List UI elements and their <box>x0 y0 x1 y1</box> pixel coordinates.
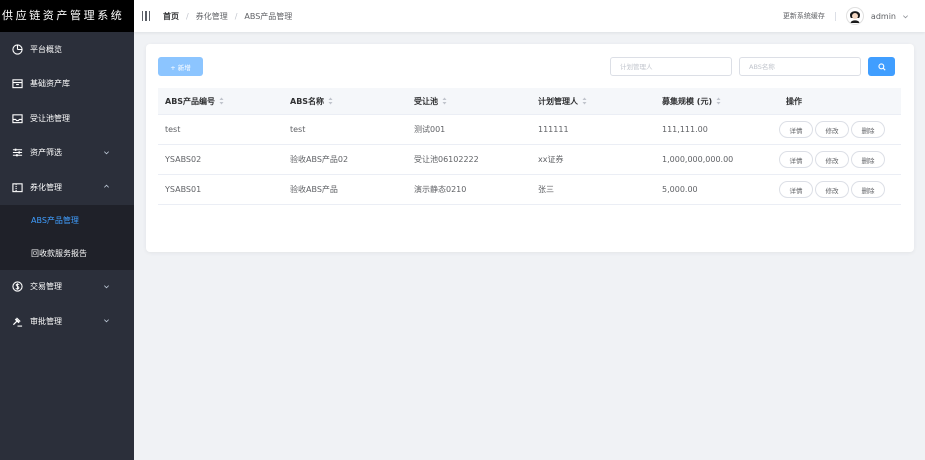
breadcrumb-separator: / <box>186 11 189 21</box>
search-icon <box>877 62 886 71</box>
sidebar-item-base-assets[interactable]: 基础资产库 <box>0 67 134 102</box>
delete-button[interactable]: 删除 <box>851 181 885 198</box>
sidebar-subitem-collection-report[interactable]: 回收款服务报告 <box>0 237 134 270</box>
sidebar-item-label: 受让池管理 <box>30 113 70 123</box>
cell-abs-id: test <box>165 125 181 134</box>
hamburger-menu-icon[interactable] <box>142 11 150 21</box>
dashboard-icon <box>12 44 23 55</box>
breadcrumb-current: ABS产品管理 <box>244 11 293 21</box>
plan-manager-input[interactable] <box>610 57 732 76</box>
sort-icon[interactable] <box>442 97 447 105</box>
sidebar-item-securitization[interactable]: 券化管理 <box>0 170 134 205</box>
table-row: YSABS01 验收ABS产品 演示静态0210 张三 5,000.00 详情 … <box>158 175 901 205</box>
sort-icon[interactable] <box>582 97 587 105</box>
cell-abs-id: YSABS01 <box>165 185 202 194</box>
sidebar-item-label: 基础资产库 <box>30 79 70 89</box>
delete-button[interactable]: 删除 <box>851 151 885 168</box>
sidebar-item-trade[interactable]: 交易管理 <box>0 270 134 305</box>
chevron-down-icon[interactable] <box>902 13 909 20</box>
divider <box>834 11 836 21</box>
table-row: test test 测试001 111111 111,111.00 详情 修改 … <box>158 115 901 145</box>
sort-icon[interactable] <box>716 97 721 105</box>
chevron-down-icon <box>103 317 110 324</box>
chevron-up-icon <box>103 183 110 190</box>
top-navbar: 首页 / 券化管理 / ABS产品管理 更新系统缓存 admin <box>134 0 925 32</box>
sort-icon[interactable] <box>219 97 224 105</box>
refresh-cache-link[interactable]: 更新系统缓存 <box>783 11 825 21</box>
cell-raise-amount: 5,000.00 <box>662 185 698 194</box>
cell-raise-amount: 1,000,000,000.00 <box>662 155 734 164</box>
detail-button[interactable]: 详情 <box>779 121 813 138</box>
sidebar-item-label: 审批管理 <box>30 316 62 326</box>
chevron-down-icon <box>103 283 110 290</box>
table-row: YSABS02 验收ABS产品02 受让池06102222 xx证券 1,000… <box>158 145 901 175</box>
sidebar-item-label: 券化管理 <box>30 182 62 192</box>
table-header: ABS产品编号 ABS名称 受让池 计划管理人 募集规模 (元) 操作 <box>158 88 901 115</box>
inbox-icon <box>12 113 23 124</box>
cell-abs-name: test <box>290 125 306 134</box>
search-button[interactable] <box>868 57 895 76</box>
edit-button[interactable]: 修改 <box>815 121 849 138</box>
breadcrumb-home[interactable]: 首页 <box>163 11 179 22</box>
sidebar-subitem-abs-products[interactable]: ABS产品管理 <box>0 205 134 238</box>
sidebar-item-label: 交易管理 <box>30 282 62 292</box>
column-header-raise-amount[interactable]: 募集规模 (元) <box>655 96 779 107</box>
sidebar-item-asset-filter[interactable]: 资产筛选 <box>0 136 134 171</box>
app-title: 供应链资产管理系统 <box>0 0 134 32</box>
submenu-securitization: ABS产品管理 回收款服务报告 <box>0 204 134 270</box>
user-name[interactable]: admin <box>871 12 896 21</box>
delete-button[interactable]: 删除 <box>851 121 885 138</box>
gavel-icon <box>12 316 23 327</box>
breadcrumb-separator: / <box>234 11 238 21</box>
cell-abs-name: 验收ABS产品 <box>290 185 338 194</box>
sliders-icon <box>12 147 23 158</box>
sidebar-item-platform-overview[interactable]: 平台概览 <box>0 32 134 67</box>
add-button[interactable]: + 新增 <box>158 57 203 76</box>
column-header-abs-name[interactable]: ABS名称 <box>283 96 407 107</box>
cell-actions: 详情 修改 删除 <box>779 181 901 198</box>
cell-plan-manager: xx证券 <box>538 155 564 164</box>
cell-raise-amount: 111,111.00 <box>662 125 708 134</box>
column-header-transfer-pool[interactable]: 受让池 <box>407 96 531 107</box>
avatar[interactable] <box>845 7 864 25</box>
coin-icon <box>12 281 23 292</box>
breadcrumb: 首页 / 券化管理 / ABS产品管理 <box>163 11 292 22</box>
cell-abs-name: 验收ABS产品02 <box>290 155 349 164</box>
breadcrumb-securitization: 券化管理 <box>195 11 228 21</box>
sort-icon[interactable] <box>328 97 333 105</box>
ticket-icon <box>12 182 23 193</box>
archive-icon <box>12 78 23 89</box>
cell-plan-manager: 张三 <box>538 185 554 194</box>
cell-abs-id: YSABS02 <box>165 155 202 164</box>
abs-name-input[interactable] <box>739 57 861 76</box>
sidebar-item-label: 平台概览 <box>30 44 62 54</box>
cell-actions: 详情 修改 删除 <box>779 151 901 168</box>
cell-transfer-pool: 受让池06102222 <box>414 155 479 164</box>
detail-button[interactable]: 详情 <box>779 181 813 198</box>
sidebar-item-approval[interactable]: 审批管理 <box>0 304 134 339</box>
sidebar-item-label: 资产筛选 <box>30 148 62 158</box>
cell-actions: 详情 修改 删除 <box>779 121 901 138</box>
cell-transfer-pool: 演示静态0210 <box>414 185 467 194</box>
sidebar-item-transfer-pool[interactable]: 受让池管理 <box>0 101 134 136</box>
column-header-abs-id[interactable]: ABS产品编号 <box>158 96 283 107</box>
cell-transfer-pool: 测试001 <box>414 125 446 134</box>
cell-plan-manager: 111111 <box>538 125 569 134</box>
edit-button[interactable]: 修改 <box>815 151 849 168</box>
detail-button[interactable]: 详情 <box>779 151 813 168</box>
column-header-plan-manager[interactable]: 计划管理人 <box>531 96 655 107</box>
navbar-right: 更新系统缓存 admin <box>783 0 909 32</box>
sidebar: 供应链资产管理系统 平台概览 基础资产库 受让池管理 资产筛选 券化管理 ABS… <box>0 0 134 460</box>
abs-product-card: + 新增 ABS产品编号 ABS名称 受让池 计划管理人 募集规模 ( <box>146 44 914 252</box>
column-header-actions: 操作 <box>786 96 802 106</box>
abs-product-table: ABS产品编号 ABS名称 受让池 计划管理人 募集规模 (元) 操作 test… <box>158 88 901 205</box>
edit-button[interactable]: 修改 <box>815 181 849 198</box>
chevron-down-icon <box>103 149 110 156</box>
